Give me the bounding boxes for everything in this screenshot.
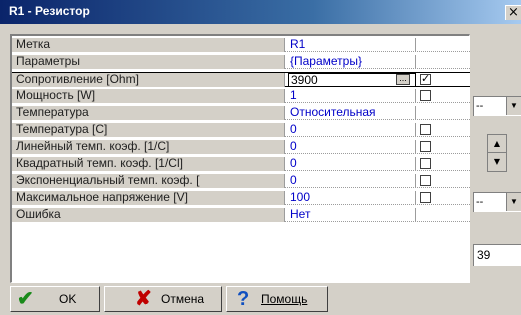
arrow-down-icon[interactable]: ▼: [488, 153, 506, 171]
checkbox[interactable]: [420, 90, 431, 101]
checkbox-cell: [417, 123, 470, 137]
param-name: Температура [C]: [12, 123, 285, 137]
dropdown-1-value: --: [476, 100, 484, 112]
grid-row[interactable]: Ошибка Нет: [12, 208, 470, 222]
grid-row[interactable]: Линейный темп. коэф. [1/C] 0: [12, 140, 470, 154]
param-name: Температура: [12, 106, 285, 120]
param-name: Метка: [12, 38, 285, 52]
grid-row[interactable]: Температура Относительная: [12, 106, 470, 120]
param-value[interactable]: Относительная: [288, 106, 416, 120]
checkbox-cell: [417, 140, 470, 154]
ok-label: OK: [59, 292, 77, 306]
param-value[interactable]: 0: [288, 140, 416, 154]
check-icon: ✔: [17, 288, 34, 310]
spin-buttons: ▲ ▼: [487, 134, 507, 172]
checkbox[interactable]: [420, 141, 431, 152]
chevron-down-icon[interactable]: ▼: [506, 193, 521, 211]
question-icon: ?: [237, 288, 250, 310]
dropdown-2[interactable]: -- ▼: [473, 192, 521, 212]
grid-row[interactable]: Параметры {Параметры}: [12, 55, 470, 69]
checkbox[interactable]: [420, 124, 431, 135]
checkbox-cell: [417, 89, 470, 103]
param-value[interactable]: {Параметры}: [288, 55, 416, 69]
param-value[interactable]: 0: [288, 174, 416, 188]
parameter-grid: Метка R1 Параметры {Параметры} Сопротивление…: [10, 34, 470, 283]
grid-row[interactable]: Температура [C] 0: [12, 123, 470, 137]
param-name: Максимальное напряжение [V]: [12, 191, 285, 205]
cancel-label: Отмена: [161, 292, 205, 306]
grid-row[interactable]: Квадратный темп. коэф. [1/Cl] 0: [12, 157, 470, 171]
grid-row[interactable]: Мощность [W] 1: [12, 89, 470, 103]
param-name: Линейный темп. коэф. [1/C]: [12, 140, 285, 154]
checkbox-cell: [417, 174, 470, 188]
checkbox-cell: [417, 191, 470, 205]
cross-icon: ✘: [135, 288, 152, 310]
chevron-down-icon[interactable]: ▼: [506, 97, 521, 115]
param-value[interactable]: 100: [288, 191, 416, 205]
grid-row[interactable]: Сопротивление [Ohm] 3900... ✓: [12, 72, 470, 87]
grid-row[interactable]: Метка R1: [12, 38, 470, 52]
checkbox[interactable]: [420, 192, 431, 203]
grid-row[interactable]: Максимальное напряжение [V] 100: [12, 191, 470, 205]
close-icon[interactable]: ×: [505, 5, 521, 20]
right-panel: -- ▼ ▲ ▼ -- ▼ 39: [473, 34, 521, 283]
param-name: Экспоненциальный темп. коэф. [: [12, 174, 285, 188]
ok-button[interactable]: ✔ OK: [10, 286, 100, 312]
checkbox-cell: [417, 106, 470, 120]
param-name: Параметры: [12, 55, 285, 69]
ellipsis-button[interactable]: ...: [396, 74, 410, 85]
help-button[interactable]: ? Помощь: [226, 286, 328, 312]
param-value[interactable]: 0: [288, 157, 416, 171]
arrow-up-icon[interactable]: ▲: [488, 135, 506, 153]
help-label: Помощь: [261, 292, 308, 306]
checkbox-cell: ✓: [417, 73, 470, 87]
param-name: Ошибка: [12, 208, 285, 222]
title-bar: R1 - Резистор ×: [0, 0, 521, 24]
checkbox-cell: [417, 38, 470, 52]
checkbox[interactable]: [420, 175, 431, 186]
param-value[interactable]: R1: [288, 38, 416, 52]
param-name: Сопротивление [Ohm]: [12, 73, 285, 87]
param-name: Мощность [W]: [12, 89, 285, 103]
checkbox-checked[interactable]: ✓: [420, 74, 431, 85]
param-value[interactable]: Нет: [288, 208, 416, 222]
dropdown-1[interactable]: -- ▼: [473, 96, 521, 116]
resistor-dialog: R1 - Резистор × Метка R1 Параметры {Парамет…: [0, 0, 521, 315]
number-field[interactable]: 39: [473, 244, 521, 266]
checkbox-cell: [417, 208, 470, 222]
checkbox-cell: [417, 55, 470, 69]
param-value[interactable]: 1: [288, 89, 416, 103]
cancel-button[interactable]: ✘ Отмена: [104, 286, 222, 312]
window-title: R1 - Резистор: [9, 4, 90, 18]
dropdown-2-value: --: [476, 196, 484, 208]
param-value[interactable]: 0: [288, 123, 416, 137]
grid-row[interactable]: Экспоненциальный темп. коэф. [0: [12, 174, 470, 188]
checkbox-cell: [417, 157, 470, 171]
checkbox[interactable]: [420, 158, 431, 169]
param-name: Квадратный темп. коэф. [1/Cl]: [12, 157, 285, 171]
